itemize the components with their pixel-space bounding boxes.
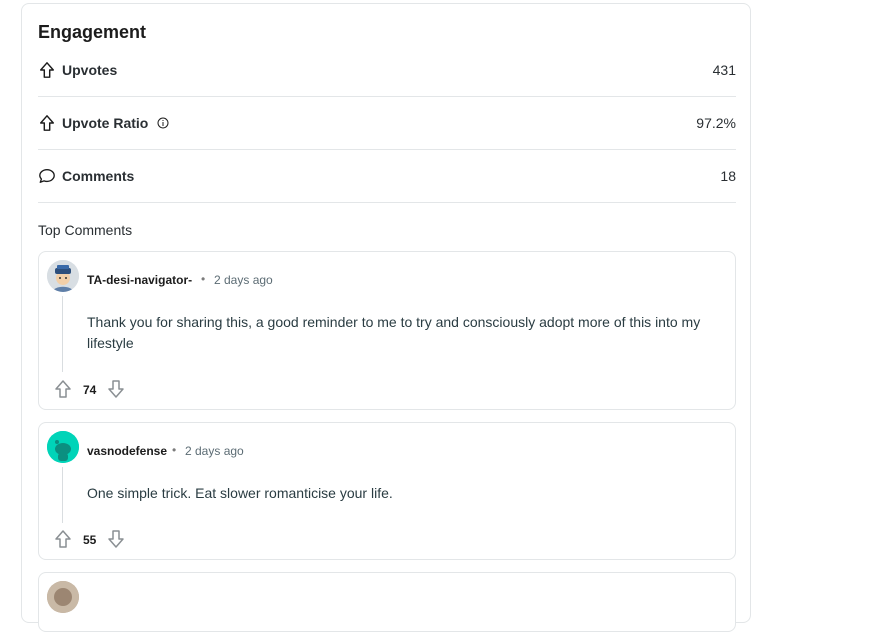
metric-comments: Comments 18 (38, 150, 736, 203)
comment-timestamp: 2 days ago (185, 444, 244, 458)
metric-value: 18 (720, 168, 736, 184)
top-comments-label: Top Comments (38, 222, 133, 238)
metric-label: Comments (62, 168, 135, 184)
metric-upvote-ratio: Upvote Ratio 97.2% (38, 97, 736, 150)
upvote-arrow-icon (39, 115, 55, 131)
upvote-arrow-icon[interactable] (53, 529, 73, 549)
info-icon[interactable] (157, 117, 169, 129)
metric-label: Upvote Ratio (62, 115, 169, 131)
comment-card: vasnodefense • 2 days ago One simple tri… (38, 422, 736, 560)
upvote-arrow-icon (39, 62, 55, 78)
downvote-arrow-icon[interactable] (106, 529, 126, 549)
separator-dot: • (172, 443, 177, 457)
comment-text: Thank you for sharing this, a good remin… (87, 314, 701, 351)
thread-line (62, 296, 63, 372)
avatar[interactable] (47, 431, 79, 463)
comment-author[interactable]: vasnodefense (87, 444, 167, 458)
comment-text: One simple trick. Eat slower romanticise… (87, 485, 393, 501)
metric-label: Upvotes (62, 62, 118, 78)
vote-count: 55 (83, 533, 97, 547)
comment-timestamp: 2 days ago (214, 273, 273, 287)
metric-value: 431 (712, 62, 736, 78)
upvote-arrow-icon[interactable] (53, 379, 73, 399)
user-avatar-icon (47, 431, 79, 463)
separator-dot: • (201, 272, 206, 286)
metric-upvotes: Upvotes 431 (38, 44, 736, 97)
downvote-arrow-icon[interactable] (106, 379, 126, 399)
comment-bubble-icon (39, 169, 55, 183)
engagement-title: Engagement (38, 22, 147, 42)
comment-card: TA-desi-navigator- • 2 days ago Thank yo… (38, 251, 736, 410)
engagement-panel: Engagement Upvotes 431 Upvote Ratio 97.2… (21, 3, 751, 632)
avatar[interactable] (47, 260, 79, 292)
comment-card (38, 572, 736, 632)
metric-value: 97.2% (696, 115, 736, 131)
avatar[interactable] (47, 581, 79, 613)
comment-author[interactable]: TA-desi-navigator- (87, 273, 192, 287)
user-avatar-icon (47, 581, 79, 613)
vote-count: 74 (83, 383, 97, 397)
metric-label-text: Upvote Ratio (62, 115, 149, 131)
user-avatar-icon (47, 260, 79, 292)
thread-line (62, 467, 63, 523)
